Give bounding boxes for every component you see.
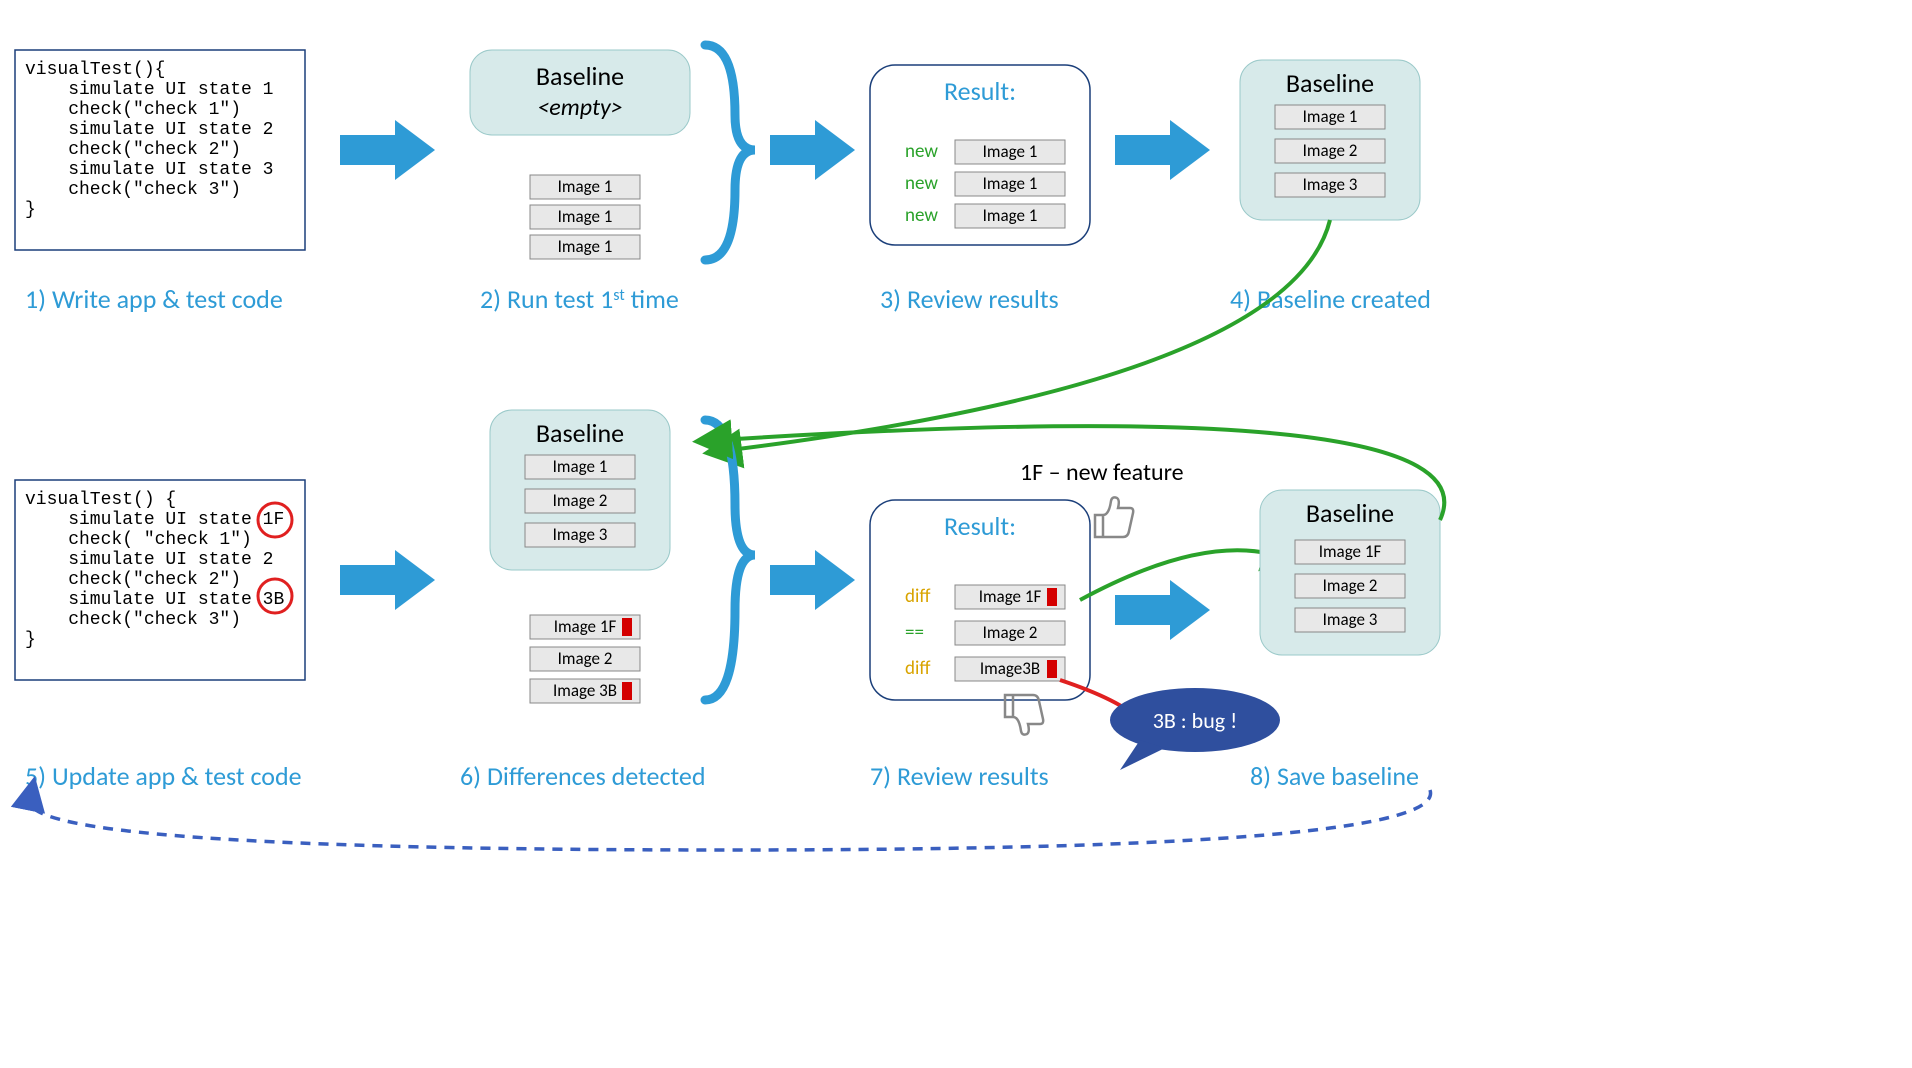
svg-text:3B : bug !: 3B : bug ! [1153, 707, 1238, 734]
baseline3-title: Baseline [536, 417, 624, 449]
caption-6: 6) Differences detected [460, 760, 706, 792]
caption-1: 1) Write app & test code [25, 283, 283, 315]
svg-text:Image 1F: Image 1F [1319, 541, 1382, 562]
result-tag: new [905, 172, 938, 195]
arrow-step5-6 [340, 550, 435, 610]
svg-text:Image 2: Image 2 [1303, 140, 1358, 161]
diff-mark [1047, 588, 1057, 606]
code1-text: visualTest(){ simulate UI state 1 check(… [25, 60, 300, 220]
images-stack-2: Image 1F Image 2 Image 3B [530, 615, 640, 703]
svg-text:Image 3: Image 3 [1323, 609, 1378, 630]
brace-1 [705, 45, 755, 260]
result-tag: diff [905, 657, 930, 680]
svg-text:Image 1: Image 1 [1303, 106, 1358, 127]
svg-text:Image 2: Image 2 [983, 622, 1038, 643]
svg-text:Image 1F: Image 1F [554, 616, 617, 637]
svg-text:Image 3: Image 3 [553, 524, 608, 545]
diff-mark [622, 618, 632, 636]
bug-bubble: 3B : bug ! [1110, 688, 1280, 770]
baseline-empty: Baseline <empty> [470, 50, 690, 135]
caption-2: 2) Run test 1st time [480, 283, 679, 315]
svg-text:Image 1: Image 1 [558, 176, 613, 197]
svg-text:Image 2: Image 2 [558, 648, 613, 669]
result2-title: Result: [944, 510, 1016, 542]
feature-note: 1F – new feature [1020, 458, 1184, 487]
result-tag: == [905, 621, 924, 644]
brace-2 [705, 420, 755, 700]
arrow-baseline-loop [730, 220, 1330, 450]
baseline1-title: Baseline [536, 60, 624, 92]
caption-8: 8) Save baseline [1250, 760, 1419, 792]
result1-title: Result: [944, 75, 1016, 107]
svg-text:Image 1: Image 1 [983, 141, 1038, 162]
arrow-step1-2 [340, 120, 435, 180]
arrow-step7-8 [1115, 580, 1210, 640]
caption-3: 3) Review results [880, 283, 1059, 315]
svg-text:Image 1: Image 1 [983, 205, 1038, 226]
svg-text:Image3B: Image3B [980, 658, 1040, 679]
svg-text:Image 1: Image 1 [983, 173, 1038, 194]
result-tag: new [905, 204, 938, 227]
baseline2-title: Baseline [1286, 67, 1374, 99]
thumbs-up-icon [1095, 497, 1133, 537]
result-tag: diff [905, 585, 930, 608]
arrow-step3-4 [1115, 120, 1210, 180]
svg-text:Image 1: Image 1 [553, 456, 608, 477]
diff-mark [1047, 660, 1057, 678]
diff-mark [622, 682, 632, 700]
svg-text:Image 1F: Image 1F [979, 586, 1042, 607]
svg-text:Image 1: Image 1 [558, 236, 613, 257]
caption-4: 4) Baseline created [1230, 283, 1431, 315]
baseline4-title: Baseline [1306, 497, 1394, 529]
result-tag: new [905, 140, 938, 163]
svg-text:Image 2: Image 2 [553, 490, 608, 511]
svg-text:Image 3B: Image 3B [553, 680, 617, 701]
caption-5: 5) Update app & test code [25, 760, 302, 792]
svg-text:Image 2: Image 2 [1323, 575, 1378, 596]
svg-text:Image 3: Image 3 [1303, 174, 1358, 195]
images-stack-1: Image 1 Image 1 Image 1 [530, 175, 640, 259]
arrow-iterate-loop [30, 790, 1431, 850]
caption-7: 7) Review results [870, 760, 1049, 792]
baseline1-sub: <empty> [537, 93, 622, 122]
arrow-step6-7 [770, 550, 855, 610]
arrow-step2-3 [770, 120, 855, 180]
svg-text:Image 1: Image 1 [558, 206, 613, 227]
thumbs-down-icon [1005, 695, 1043, 735]
